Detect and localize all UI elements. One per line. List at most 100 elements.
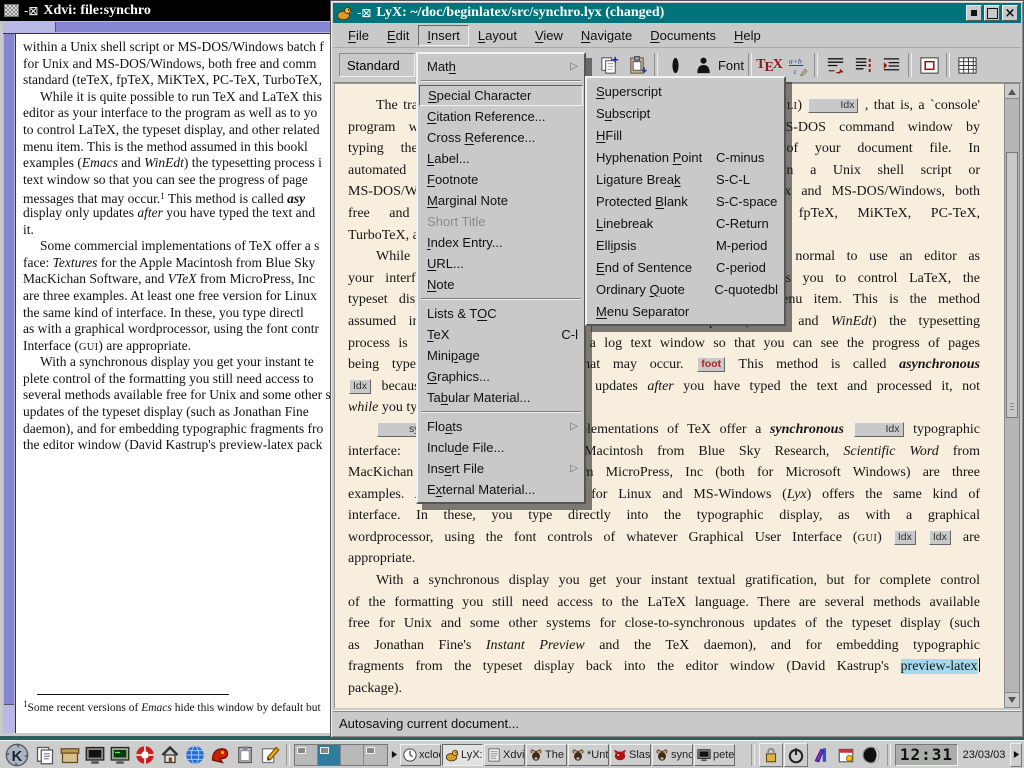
menu-item-special-character[interactable]: Special Character [419, 85, 583, 106]
task-button-theg[interactable]: The G [526, 744, 567, 766]
task-button-pete[interactable]: pete◀ [694, 744, 735, 766]
scrollbar-thumb[interactable] [1006, 152, 1018, 418]
pager-desktop-1[interactable] [295, 745, 318, 765]
menubar-item-insert[interactable]: Insert [418, 25, 469, 46]
menu-item-footnote[interactable]: Footnote [419, 169, 583, 190]
menubar-item-documents[interactable]: Documents [641, 25, 725, 46]
menu-item-external-material[interactable]: External Material... [419, 479, 583, 500]
menubar-item-edit[interactable]: Edit [378, 25, 418, 46]
task-button-*unti[interactable]: *Unti [568, 744, 609, 766]
news-launcher-button[interactable] [208, 743, 232, 767]
window-pin-icon[interactable] [24, 4, 38, 18]
toolbar-tex-button[interactable]: TEX [755, 51, 783, 79]
clipboard-launcher-button[interactable] [233, 743, 257, 767]
menu-item-insert-file[interactable]: Insert File▷ [419, 458, 583, 479]
task-button-lyx[interactable]: LyX: [442, 744, 483, 766]
power-tray-icon[interactable] [784, 743, 808, 767]
menu-item-minipage[interactable]: Minipage [419, 345, 583, 366]
toolbar-table-button[interactable] [953, 51, 981, 79]
konsole-launcher-button[interactable] [108, 743, 132, 767]
menu-item-math[interactable]: Math▷ [419, 56, 583, 77]
submenu-item-ordinary-quote[interactable]: Ordinary QuoteC-quotedbl [588, 278, 783, 300]
panel-hide-button[interactable] [1010, 743, 1022, 767]
menu-item-index-entry[interactable]: Index Entry... [419, 232, 583, 253]
submenu-item-superscript[interactable]: Superscript [588, 80, 783, 102]
submenu-item-hfill[interactable]: HFill [588, 124, 783, 146]
toolbar-font-button[interactable]: Font [717, 51, 745, 79]
menu-item-url[interactable]: URL... [419, 253, 583, 274]
toolbar-copy-button[interactable] [595, 51, 623, 79]
toolbar-depth-button[interactable] [877, 51, 905, 79]
menubar-item-help[interactable]: Help [725, 25, 770, 46]
menubar-item-navigate[interactable]: Navigate [572, 25, 641, 46]
toolbar-paste-button[interactable] [623, 51, 651, 79]
lock-tray-icon[interactable] [759, 743, 783, 767]
toolbar-math-button[interactable]: a+bc [783, 51, 811, 79]
scrollbar-thumb[interactable] [55, 22, 334, 32]
paragraph-style-combo[interactable]: Standard [339, 53, 415, 77]
menu-item-marginal-note[interactable]: Marginal Note [419, 190, 583, 211]
submenu-item-end-of-sentence[interactable]: End of SentenceC-period [588, 256, 783, 278]
menu-item-label[interactable]: Label... [419, 148, 583, 169]
taskbar-scroll-button[interactable] [389, 744, 399, 766]
task-button-sync[interactable]: sync [652, 744, 693, 766]
toolbar-noun-button[interactable] [689, 51, 717, 79]
pager-desktop-4[interactable] [364, 745, 387, 765]
window-list-launcher-button[interactable] [33, 743, 57, 767]
index-inset-button[interactable]: Idx [894, 530, 916, 545]
index-inset-button[interactable]: Idx [929, 530, 951, 545]
menu-item-graphics[interactable]: Graphics... [419, 366, 583, 387]
window-pin-icon[interactable] [357, 6, 371, 20]
menubar-item-view[interactable]: View [526, 25, 572, 46]
index-inset-button[interactable]: Idx [854, 422, 904, 437]
moon-tray-icon[interactable] [859, 743, 883, 767]
editor-launcher-button[interactable] [258, 743, 282, 767]
scroll-down-button[interactable] [1005, 692, 1019, 707]
menu-item-tabular-material[interactable]: Tabular Material... [419, 387, 583, 408]
submenu-item-subscript[interactable]: Subscript [588, 102, 783, 124]
menubar-item-file[interactable]: File [339, 25, 378, 46]
submenu-item-ellipsis[interactable]: EllipsisM-period [588, 234, 783, 256]
package-launcher-button[interactable] [58, 743, 82, 767]
xdvi-titlebar[interactable]: Xdvi: file:synchro [0, 0, 334, 21]
index-inset-button[interactable]: Idx [808, 98, 858, 113]
menu-item-note[interactable]: Note [419, 274, 583, 295]
submenu-item-hyphenation-point[interactable]: Hyphenation PointC-minus [588, 146, 783, 168]
footnote-inset-button[interactable]: foot [697, 357, 725, 372]
menu-item-short-title[interactable]: Short Title [419, 211, 583, 232]
close-button[interactable] [1002, 5, 1018, 21]
submenu-item-linebreak[interactable]: LinebreakC-Return [588, 212, 783, 234]
menu-item-citation-reference[interactable]: Citation Reference... [419, 106, 583, 127]
pager-desktop-3[interactable] [341, 745, 364, 765]
menu-item-cross-reference[interactable]: Cross Reference... [419, 127, 583, 148]
menubar-item-layout[interactable]: Layout [469, 25, 526, 46]
submenu-item-ligature-break[interactable]: Ligature BreakS-C-L [588, 168, 783, 190]
maximize-button[interactable] [984, 5, 1000, 21]
menu-item-include-file[interactable]: Include File... [419, 437, 583, 458]
organizer-tray-icon[interactable] [834, 743, 858, 767]
toolbar-marginpar-button[interactable] [849, 51, 877, 79]
globe-launcher-button[interactable] [183, 743, 207, 767]
pager-desktop-2[interactable] [318, 745, 341, 765]
task-button-xdvi[interactable]: Xdvi: [484, 744, 525, 766]
scroll-up-button[interactable] [1005, 84, 1019, 99]
minimize-button[interactable] [966, 5, 982, 21]
task-button-slas[interactable]: Slas [610, 744, 651, 766]
xdvi-horizontal-scrollbar[interactable] [3, 21, 334, 34]
toolbar-footnote-button[interactable] [821, 51, 849, 79]
lyx-titlebar[interactable]: LyX: ~/doc/beginlatex/src/synchro.lyx (c… [333, 3, 1021, 23]
submenu-item-protected-blank[interactable]: Protected BlankS-C-space [588, 190, 783, 212]
help-launcher-button[interactable] [133, 743, 157, 767]
toolbar-figure-button[interactable] [915, 51, 943, 79]
kmenu-launcher-button[interactable]: K [2, 743, 32, 767]
scrollbar-thumb[interactable] [4, 34, 14, 705]
menu-item-floats[interactable]: Floats▷ [419, 416, 583, 437]
xdvi-vertical-scrollbar[interactable] [3, 34, 16, 733]
submenu-item-menu-separator[interactable]: Menu Separator [588, 300, 783, 322]
menu-item-lists-toc[interactable]: Lists & TOC [419, 303, 583, 324]
klipper-tray-icon[interactable] [809, 743, 833, 767]
index-inset-button[interactable]: Idx [349, 379, 371, 394]
terminal-launcher-button[interactable] [83, 743, 107, 767]
document-scrollbar[interactable] [1004, 83, 1020, 708]
home-launcher-button[interactable] [158, 743, 182, 767]
